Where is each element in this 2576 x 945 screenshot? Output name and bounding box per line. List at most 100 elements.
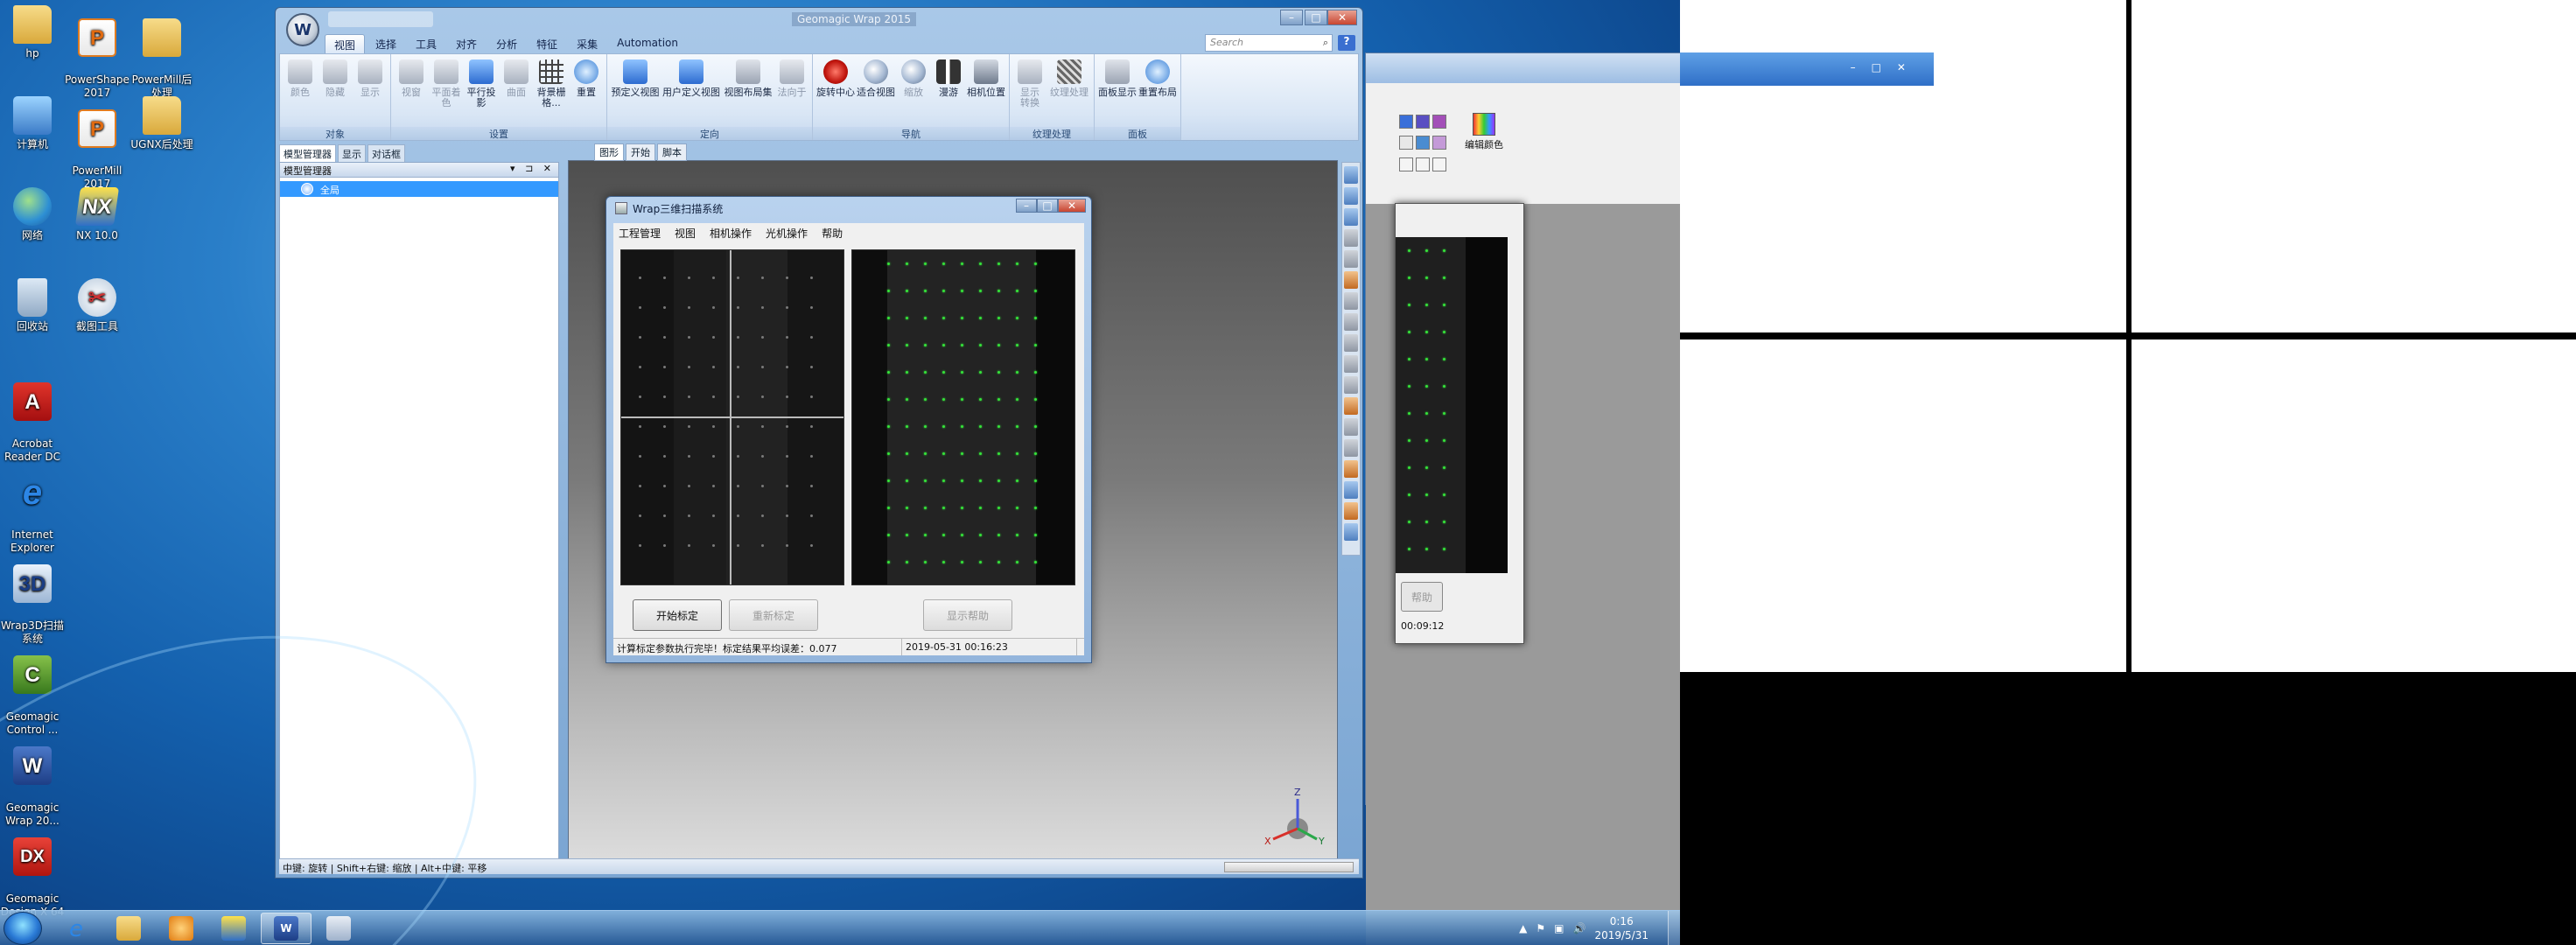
tab-view[interactable]: 视图 (325, 34, 366, 53)
window-controls[interactable]: –□✕ (1851, 61, 1922, 74)
tab-script[interactable]: 脚本 (657, 144, 687, 161)
desktop-icon-nx[interactable]: NX NX 10.0 (65, 187, 130, 242)
flat-shading-button[interactable]: 平面着色 (429, 58, 464, 126)
quick-access-toolbar[interactable] (328, 11, 433, 27)
background-help-button[interactable]: 帮助 (1401, 582, 1443, 612)
hide-button[interactable]: 隐藏 (318, 58, 353, 126)
normal-to-button[interactable]: 法向于 (774, 58, 809, 126)
tab-align[interactable]: 对齐 (447, 34, 486, 53)
paint-icon[interactable] (1344, 397, 1358, 415)
desktop-icon-recycle-bin[interactable]: 回收站 (0, 278, 65, 333)
desktop-icon-ugnx-post[interactable]: UGNX后处理 (130, 96, 194, 151)
texture-process-button[interactable]: 纹理处理 (1047, 58, 1091, 126)
desktop-icon-computer[interactable]: 计算机 (0, 96, 65, 151)
start-calibration-button[interactable]: 开始标定 (633, 599, 722, 631)
camera-position-button[interactable]: 相机位置 (966, 58, 1006, 126)
fit-view-button[interactable]: 适合视图 (856, 58, 896, 126)
background-scanner-dialog[interactable]: 帮助 00:09:12 (1395, 203, 1524, 644)
view-icon[interactable] (1344, 166, 1358, 184)
menu-projector[interactable]: 光机操作 (766, 226, 808, 240)
zoom-icon[interactable] (1344, 250, 1358, 268)
desktop-icon-geomagic-designx[interactable]: DX Geomagic Design X 64 (0, 824, 65, 932)
geomagic-titlebar[interactable]: Geomagic Wrap 2015 – □ ✕ (276, 8, 1362, 32)
search-input[interactable]: Search ⌕ (1205, 34, 1333, 52)
zoom-button[interactable]: 缩放 (896, 58, 931, 126)
rotate-icon[interactable] (1344, 187, 1358, 205)
invert-icon[interactable] (1344, 439, 1358, 457)
taskbar-geomagic-wrap[interactable]: W (261, 913, 312, 944)
color-swatch[interactable] (1432, 136, 1446, 150)
menu-camera[interactable]: 相机操作 (710, 226, 752, 240)
color-swatch[interactable] (1399, 157, 1413, 172)
tab-select[interactable]: 选择 (367, 34, 405, 53)
taskbar-paint[interactable] (313, 913, 364, 944)
select-icon[interactable] (1344, 229, 1358, 247)
roam-button[interactable]: 漫游 (931, 58, 966, 126)
rectangle-icon[interactable] (1344, 313, 1358, 331)
close-button[interactable]: ✕ (1327, 10, 1357, 25)
tab-automation[interactable]: Automation (608, 34, 687, 53)
reset-button[interactable]: 重置 (569, 58, 604, 126)
tab-analysis[interactable]: 分析 (487, 34, 526, 53)
color-button[interactable]: 颜色 (283, 58, 318, 126)
tab-model-manager[interactable]: 模型管理器 (279, 144, 336, 164)
start-button[interactable] (4, 912, 42, 945)
background-window-titlebar-right[interactable]: –□✕ (1680, 52, 1934, 86)
background-window-titlebar[interactable] (1366, 53, 1680, 83)
grow-icon[interactable] (1344, 460, 1358, 478)
surface-button[interactable]: 曲面 (499, 58, 534, 126)
clock[interactable]: 0:16 2019/5/31 (1594, 914, 1648, 942)
menu-project[interactable]: 工程管理 (619, 226, 661, 240)
polyline-icon[interactable] (1344, 376, 1358, 394)
settings-icon[interactable] (1344, 523, 1358, 541)
help-button[interactable]: ? (1338, 35, 1355, 51)
model-manager-panel[interactable]: 模型管理器 ▾ ⊐ ✕ 全局 (279, 162, 559, 869)
show-hidden-icons-icon[interactable]: ▲ (1519, 922, 1527, 934)
volume-icon[interactable]: 🔊 (1573, 922, 1586, 934)
taskbar-nx[interactable] (208, 913, 259, 944)
view-layout-button[interactable]: 视图布局集 (722, 58, 774, 126)
close-button[interactable]: ✕ (1058, 199, 1086, 213)
recalibrate-button[interactable]: 重新标定 (729, 599, 818, 631)
boundary-icon[interactable] (1344, 502, 1358, 520)
color-swatch[interactable] (1416, 157, 1430, 172)
tab-start[interactable]: 开始 (626, 144, 655, 161)
tab-tools[interactable]: 工具 (407, 34, 445, 53)
color-palette[interactable] (1399, 115, 1452, 176)
desktop-icon-hp[interactable]: hp (0, 5, 65, 60)
pan-icon[interactable] (1344, 208, 1358, 226)
line-icon[interactable] (1344, 355, 1358, 373)
taskbar-ie[interactable]: e (51, 913, 102, 944)
predefined-view-button[interactable]: 预定义视图 (610, 58, 661, 126)
user-defined-view-button[interactable]: 用户定义视图 (661, 58, 722, 126)
maximize-button[interactable]: □ (1305, 10, 1327, 25)
menu-view[interactable]: 视图 (675, 226, 696, 240)
brush-icon[interactable] (1344, 292, 1358, 310)
wrap-scanner-dialog[interactable]: Wrap三维扫描系统 – □ ✕ 工程管理 视图 相机操作 光机操作 帮助 开始… (606, 196, 1092, 663)
tab-features[interactable]: 特征 (528, 34, 566, 53)
texture-convert-button[interactable]: 显示 转换 (1012, 58, 1047, 126)
desktop-icon-snipping-tool[interactable]: ✂ 截图工具 (65, 278, 130, 333)
color-swatch[interactable] (1432, 157, 1446, 172)
rotation-center-button[interactable]: 旋转中心 (816, 58, 856, 126)
tab-graphics[interactable]: 图形 (594, 144, 624, 161)
ellipse-icon[interactable] (1344, 334, 1358, 352)
tab-display[interactable]: 显示 (338, 144, 366, 164)
color-swatch[interactable] (1416, 115, 1430, 129)
tree-item-global[interactable]: 全局 (280, 181, 558, 197)
taskbar-media-player[interactable] (156, 913, 206, 944)
tab-dialog[interactable]: 对话框 (368, 144, 405, 164)
minimize-button[interactable]: – (1016, 199, 1037, 213)
color-swatch[interactable] (1416, 136, 1430, 150)
color-swatch[interactable] (1399, 115, 1413, 129)
panel-controls[interactable]: ▾ ⊐ ✕ (510, 163, 555, 174)
tab-capture[interactable]: 采集 (568, 34, 606, 53)
panel-display-button[interactable]: 面板显示 (1097, 58, 1138, 126)
desktop-icon-network[interactable]: 网络 (0, 187, 65, 242)
shrink-icon[interactable] (1344, 481, 1358, 499)
maximize-button[interactable]: □ (1037, 199, 1058, 213)
color-swatch[interactable] (1399, 136, 1413, 150)
reset-layout-button[interactable]: 重置布局 (1138, 58, 1178, 126)
viewport-button[interactable]: 视窗 (394, 58, 429, 126)
deselect-icon[interactable] (1344, 418, 1358, 436)
